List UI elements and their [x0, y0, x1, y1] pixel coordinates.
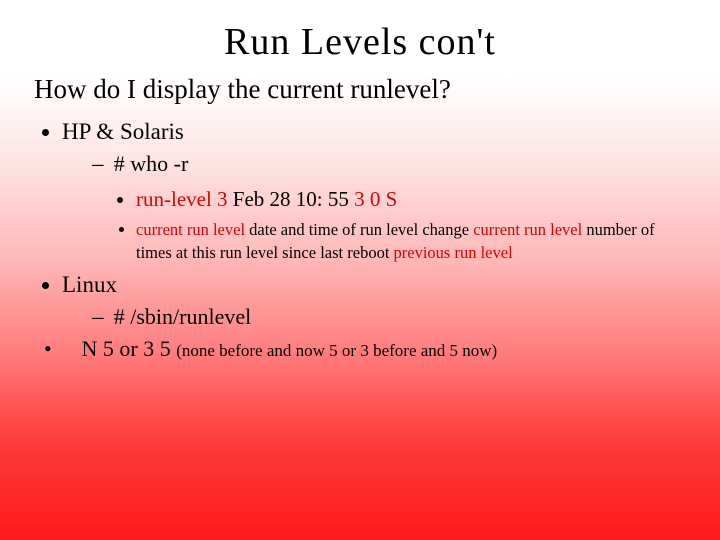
last-output-line: • N 5 or 3 5 (none before and now 5 or 3… [52, 336, 686, 362]
legend-e: previous run level [394, 243, 513, 262]
bullet-icon: • [62, 336, 76, 362]
runlevel-cmd: # /sbin/runlevel [114, 304, 251, 329]
last-main: N 5 or 3 5 [82, 336, 177, 361]
item-linux: Linux – # /sbin/runlevel [62, 272, 686, 330]
linux-label: Linux [62, 272, 117, 297]
who-r-output: run-level 3 Feb 28 10: 55 3 0 S [136, 185, 686, 213]
slide-title: Run Levels con't [34, 20, 686, 64]
last-paren: (none before and now 5 or 3 before and 5… [176, 341, 497, 360]
legend-b: date and time of run level change [245, 220, 473, 239]
legend-c: current run level [473, 220, 582, 239]
output-runlevel: run-level 3 [136, 187, 228, 211]
slide: Run Levels con't How do I display the cu… [0, 0, 720, 540]
linux-cmd-row: – # /sbin/runlevel [92, 304, 686, 330]
list-level-1: HP & Solaris – # who -r run-level 3 Feb … [34, 119, 686, 330]
dash-bullet: – [92, 151, 108, 177]
who-r-cmd: # who -r [114, 151, 189, 176]
hp-solaris-label: HP & Solaris [62, 119, 184, 144]
dash-bullet: – [92, 304, 108, 330]
hp-cmd-row: – # who -r [92, 151, 686, 177]
hp-output-list: run-level 3 Feb 28 10: 55 3 0 S current … [116, 185, 686, 264]
legend-a: current run level [136, 220, 245, 239]
output-datetime: Feb 28 10: 55 [228, 187, 355, 211]
output-tail: 3 0 S [354, 187, 397, 211]
who-r-legend: current run level date and time of run l… [136, 219, 686, 264]
item-hp-solaris: HP & Solaris – # who -r run-level 3 Feb … [62, 119, 686, 264]
slide-question: How do I display the current runlevel? [34, 74, 686, 105]
